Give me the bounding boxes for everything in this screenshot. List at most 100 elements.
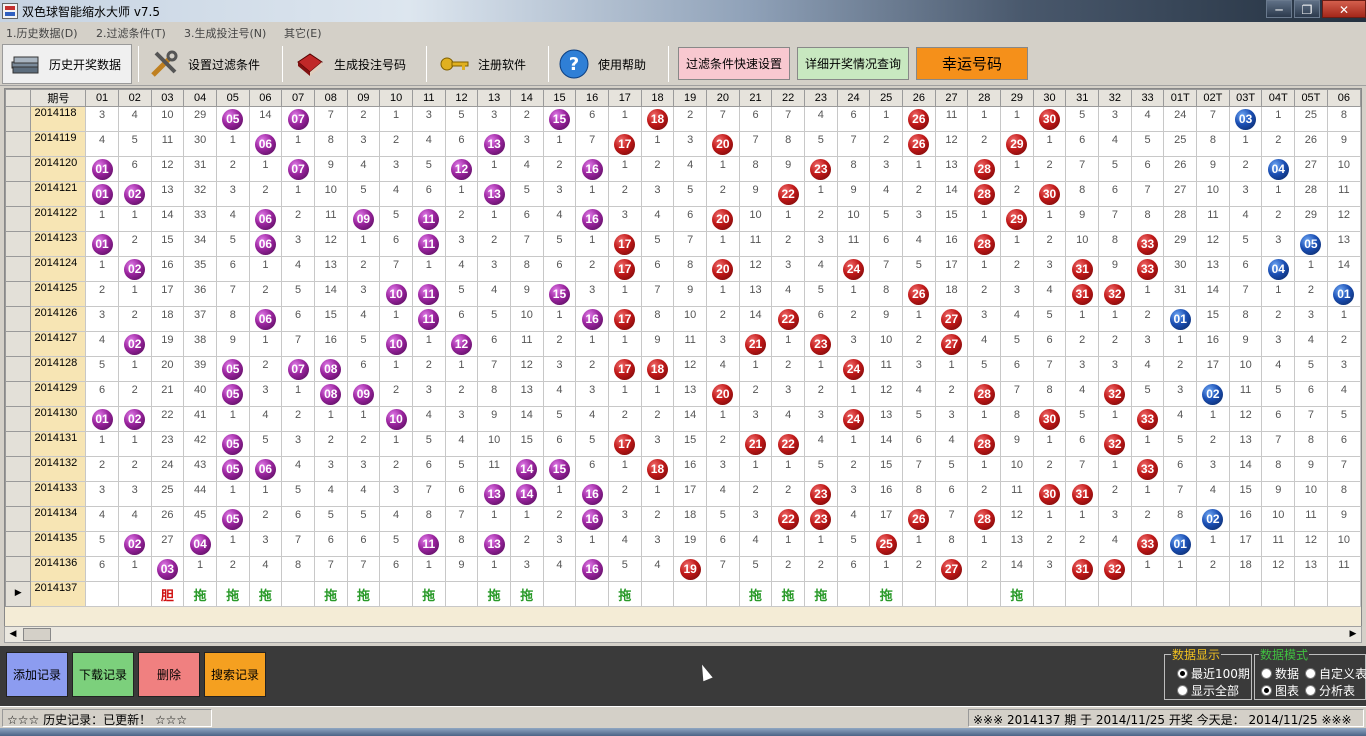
omission-cell[interactable]: 3 — [1294, 306, 1328, 332]
omission-cell[interactable]: 4 — [607, 531, 642, 557]
period-cell[interactable]: 2014124 — [30, 256, 87, 282]
drawn-ball-cell[interactable]: 04 — [1261, 256, 1296, 282]
drawn-ball-cell[interactable]: 05 — [215, 431, 250, 457]
omission-cell[interactable]: 6 — [85, 556, 119, 582]
omission-cell[interactable]: 7 — [1032, 356, 1067, 382]
omission-cell[interactable]: 10 — [869, 331, 904, 357]
omission-cell[interactable]: 10 — [673, 306, 707, 332]
omission-cell[interactable]: 4 — [1294, 331, 1328, 357]
omission-cell[interactable]: 7 — [1326, 456, 1361, 482]
omission-cell[interactable]: 6 — [379, 556, 413, 582]
restore-button[interactable]: ❐ — [1294, 0, 1320, 18]
omission-cell[interactable]: 2 — [117, 306, 152, 332]
omission-cell[interactable]: 13 — [313, 256, 348, 282]
row-selector[interactable] — [5, 331, 32, 357]
omission-cell[interactable]: 1 — [1163, 556, 1198, 582]
drawn-ball-cell[interactable]: 07 — [281, 156, 315, 182]
omission-cell[interactable]: 12 — [509, 356, 544, 382]
omission-cell[interactable]: 5 — [1326, 406, 1361, 432]
omission-cell[interactable]: 4 — [1196, 481, 1230, 507]
omission-cell[interactable]: 7 — [1294, 406, 1328, 432]
column-header[interactable]: 14 — [509, 89, 544, 107]
omission-cell[interactable]: 3 — [215, 181, 250, 207]
omission-cell[interactable]: 12 — [313, 231, 348, 257]
drawn-ball-cell[interactable]: 29 — [1000, 131, 1034, 157]
omission-cell[interactable]: 4 — [346, 306, 381, 332]
omission-cell[interactable]: 1 — [575, 531, 609, 557]
period-cell[interactable]: 2014135 — [30, 531, 87, 557]
omission-cell[interactable]: 9 — [1098, 256, 1132, 282]
omission-cell[interactable]: 12 — [1000, 506, 1034, 532]
mark-cell[interactable]: 拖 — [738, 581, 773, 607]
omission-cell[interactable]: 2 — [1032, 231, 1067, 257]
table-row[interactable]: 2014126 3 2 18 37 8 06 6 15 4 1 11 6 5 10 1 16 17 8 10 2 14 22… — [5, 306, 1361, 332]
period-cell[interactable]: 2014131 — [30, 431, 87, 457]
omission-cell[interactable]: 2 — [804, 556, 838, 582]
mark-cell[interactable]: 拖 — [607, 581, 642, 607]
omission-cell[interactable]: 5 — [117, 131, 152, 157]
drawn-ball-cell[interactable]: 14 — [509, 456, 544, 482]
period-cell[interactable]: 2014133 — [30, 481, 87, 507]
omission-cell[interactable]: 1 — [281, 381, 315, 407]
omission-cell[interactable]: 8 — [1326, 481, 1361, 507]
omission-cell[interactable]: 13 — [738, 281, 773, 307]
omission-cell[interactable]: 2 — [771, 556, 806, 582]
omission-cell[interactable]: 6 — [1098, 181, 1132, 207]
omission-cell[interactable]: 5 — [444, 456, 479, 482]
omission-cell[interactable]: 33 — [183, 206, 217, 232]
omission-cell[interactable]: 2 — [542, 506, 577, 532]
omission-cell[interactable]: 2 — [1261, 131, 1296, 157]
omission-cell[interactable]: 13 — [1196, 256, 1230, 282]
drawn-ball-cell[interactable]: 27 — [934, 331, 969, 357]
omission-cell[interactable]: 4 — [411, 131, 446, 157]
omission-cell[interactable]: 2 — [1130, 306, 1165, 332]
omission-cell[interactable]: 1 — [1163, 331, 1198, 357]
drawn-ball-cell[interactable]: 28 — [967, 181, 1002, 207]
drawn-ball-cell[interactable]: 17 — [607, 256, 642, 282]
drawn-ball-cell[interactable]: 02 — [1196, 506, 1230, 532]
row-selector[interactable] — [5, 256, 32, 282]
drawn-ball-cell[interactable]: 24 — [836, 406, 871, 432]
period-cell[interactable]: 2014125 — [30, 281, 87, 307]
omission-cell[interactable]: 4 — [771, 406, 806, 432]
omission-cell[interactable]: 5 — [281, 281, 315, 307]
table-row[interactable]: 2014120 01 6 12 31 2 1 07 9 4 3 5 12 1 4 2 16 1 2 4 1 8 9 23 8 3 1… — [5, 156, 1361, 182]
mark-cell[interactable] — [1032, 581, 1067, 607]
omission-cell[interactable]: 5 — [1261, 381, 1296, 407]
omission-cell[interactable]: 2 — [1261, 306, 1296, 332]
omission-cell[interactable]: 1 — [575, 231, 609, 257]
omission-cell[interactable]: 1 — [738, 356, 773, 382]
omission-cell[interactable]: 2 — [346, 106, 381, 132]
omission-cell[interactable]: 22 — [150, 406, 185, 432]
drawn-ball-cell[interactable]: 33 — [1130, 231, 1165, 257]
omission-cell[interactable]: 3 — [575, 281, 609, 307]
omission-cell[interactable]: 15 — [509, 431, 544, 457]
drawn-ball-cell[interactable]: 01 — [1326, 281, 1361, 307]
drawn-ball-cell[interactable]: 30 — [1032, 106, 1067, 132]
omission-cell[interactable]: 5 — [379, 206, 413, 232]
omission-cell[interactable]: 1 — [85, 206, 119, 232]
omission-cell[interactable]: 9 — [1326, 506, 1361, 532]
drawn-ball-cell[interactable]: 30 — [1032, 406, 1067, 432]
omission-cell[interactable]: 5 — [640, 231, 675, 257]
omission-cell[interactable]: 7 — [1065, 156, 1100, 182]
omission-cell[interactable]: 35 — [183, 256, 217, 282]
omission-cell[interactable]: 7 — [444, 506, 479, 532]
column-header[interactable]: 10 — [379, 89, 413, 107]
drawn-ball-cell[interactable]: 24 — [836, 356, 871, 382]
omission-cell[interactable]: 6 — [902, 431, 936, 457]
omission-cell[interactable]: 1 — [215, 131, 250, 157]
omission-cell[interactable]: 29 — [1294, 206, 1328, 232]
omission-cell[interactable]: 6 — [444, 306, 479, 332]
omission-cell[interactable]: 1 — [738, 456, 773, 482]
omission-cell[interactable]: 2 — [706, 181, 740, 207]
omission-cell[interactable]: 7 — [346, 556, 381, 582]
omission-cell[interactable]: 4 — [346, 481, 381, 507]
mark-cell[interactable]: 胆 — [150, 581, 185, 607]
omission-cell[interactable]: 3 — [738, 406, 773, 432]
drawn-ball-cell[interactable]: 16 — [575, 206, 609, 232]
omission-cell[interactable]: 3 — [509, 131, 544, 157]
drawn-ball-cell[interactable]: 02 — [117, 256, 152, 282]
row-selector[interactable] — [5, 181, 32, 207]
omission-cell[interactable]: 1 — [411, 331, 446, 357]
